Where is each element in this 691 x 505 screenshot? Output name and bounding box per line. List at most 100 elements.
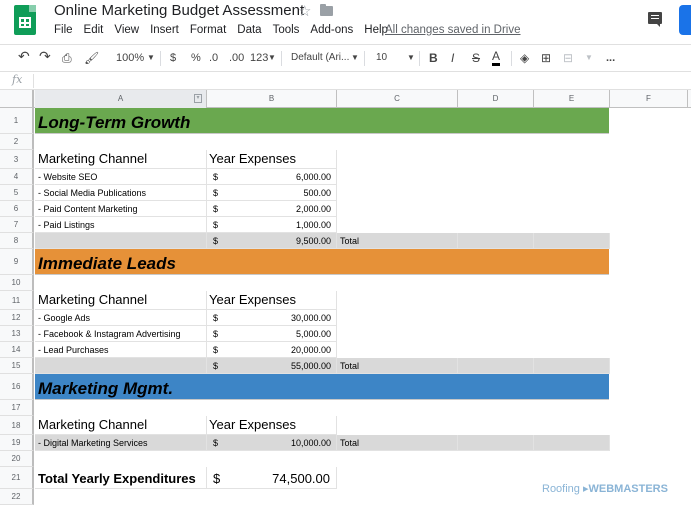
column-header-f[interactable]: F — [610, 90, 688, 108]
section-title[interactable]: Immediate Leads — [38, 254, 176, 274]
chevron-down-icon[interactable]: ▼ — [585, 50, 593, 66]
row-header[interactable]: 20 — [0, 451, 34, 467]
cell[interactable]: $5,000.00 — [207, 326, 337, 342]
cell[interactable]: Total Yearly Expenditures — [35, 467, 207, 489]
cell[interactable] — [458, 358, 534, 374]
italic-button[interactable]: I — [451, 50, 454, 66]
cell[interactable] — [534, 435, 610, 451]
cell[interactable] — [35, 233, 207, 249]
cell[interactable]: Year Expenses — [207, 291, 337, 310]
percent-format-button[interactable]: % — [191, 50, 201, 66]
folder-icon[interactable] — [320, 4, 333, 16]
row-header[interactable]: 1 — [0, 108, 34, 134]
strikethrough-button[interactable]: S — [472, 50, 480, 66]
cell[interactable]: - Google Ads — [35, 310, 207, 326]
cell[interactable]: Year Expenses — [207, 150, 337, 169]
column-header-b[interactable]: B — [207, 90, 337, 108]
font-size-select[interactable]: 10 — [376, 50, 387, 66]
menu-tools[interactable]: Tools — [273, 24, 300, 40]
cell[interactable]: $500.00 — [207, 185, 337, 201]
paint-format-icon[interactable]: 🖌 — [84, 50, 99, 66]
row-header[interactable]: 2 — [0, 134, 34, 150]
cell[interactable]: Marketing Channel — [35, 416, 207, 435]
column-header-c[interactable]: C — [337, 90, 458, 108]
cell[interactable]: $6,000.00 — [207, 169, 337, 185]
column-header-d[interactable]: D — [458, 90, 534, 108]
cell[interactable]: - Digital Marketing Services — [35, 435, 207, 451]
chevron-down-icon[interactable]: ▼ — [351, 50, 359, 66]
row-header[interactable]: 15 — [0, 358, 34, 374]
cell[interactable]: - Website SEO — [35, 169, 207, 185]
menu-file[interactable]: File — [54, 24, 73, 40]
cell[interactable]: Total — [337, 435, 458, 451]
cell[interactable]: Marketing Channel — [35, 150, 207, 169]
cell[interactable] — [534, 233, 610, 249]
filter-icon[interactable]: ▾ — [194, 94, 202, 103]
fill-color-icon[interactable]: ◈ — [520, 50, 529, 66]
row-header[interactable]: 13 — [0, 326, 34, 342]
cell[interactable]: Total — [337, 358, 458, 374]
cell[interactable]: $10,000.00 — [207, 435, 337, 451]
share-button[interactable] — [679, 5, 691, 35]
saved-status[interactable]: All changes saved in Drive — [385, 24, 521, 36]
section-title[interactable]: Long-Term Growth — [38, 113, 190, 133]
sheets-logo-icon[interactable] — [14, 5, 36, 35]
row-header[interactable]: 19 — [0, 435, 34, 451]
text-color-button[interactable]: A — [492, 50, 501, 66]
print-icon[interactable]: ⎙ — [62, 50, 72, 66]
cell[interactable]: - Facebook & Instagram Advertising — [35, 326, 207, 342]
redo-icon[interactable]: ↷ — [39, 48, 51, 64]
menu-addons[interactable]: Add-ons — [310, 24, 353, 40]
font-select[interactable]: Default (Ari... — [291, 50, 349, 66]
row-header[interactable]: 4 — [0, 169, 34, 185]
cell[interactable]: - Social Media Publications — [35, 185, 207, 201]
cell[interactable] — [458, 435, 534, 451]
row-header[interactable]: 14 — [0, 342, 34, 358]
bold-button[interactable]: B — [429, 50, 438, 66]
row-header[interactable]: 22 — [0, 489, 34, 505]
currency-format-button[interactable]: $ — [170, 50, 176, 66]
cell[interactable]: $30,000.00 — [207, 310, 337, 326]
cell[interactable]: Marketing Channel — [35, 291, 207, 310]
cell[interactable]: Year Expenses — [207, 416, 337, 435]
zoom-select[interactable]: 100% — [116, 50, 144, 66]
cell[interactable]: - Paid Content Marketing — [35, 201, 207, 217]
select-all-corner[interactable] — [0, 90, 34, 108]
chevron-down-icon[interactable]: ▼ — [147, 50, 155, 66]
increase-decimal-button[interactable]: .00 — [229, 50, 244, 66]
menu-data[interactable]: Data — [237, 24, 261, 40]
row-header[interactable]: 16 — [0, 374, 34, 400]
cell[interactable]: $55,000.00 — [207, 358, 337, 374]
more-options-button[interactable]: ... — [606, 50, 615, 66]
row-header[interactable]: 6 — [0, 201, 34, 217]
menu-format[interactable]: Format — [190, 24, 226, 40]
row-header[interactable]: 11 — [0, 291, 34, 310]
chevron-down-icon[interactable]: ▼ — [268, 50, 276, 66]
row-header[interactable]: 17 — [0, 400, 34, 416]
row-header[interactable]: 3 — [0, 150, 34, 169]
row-header[interactable]: 9 — [0, 249, 34, 275]
cell[interactable]: $2,000.00 — [207, 201, 337, 217]
chevron-down-icon[interactable]: ▼ — [407, 50, 415, 66]
cell[interactable]: $20,000.00 — [207, 342, 337, 358]
cell[interactable]: $74,500.00 — [207, 467, 337, 489]
section-title[interactable]: Marketing Mgmt. — [38, 379, 173, 399]
decrease-decimal-button[interactable]: .0 — [209, 50, 218, 66]
cell[interactable]: $1,000.00 — [207, 217, 337, 233]
comment-icon[interactable] — [648, 12, 662, 27]
row-header[interactable]: 7 — [0, 217, 34, 233]
cell[interactable] — [458, 233, 534, 249]
cell[interactable] — [35, 358, 207, 374]
row-header[interactable]: 12 — [0, 310, 34, 326]
row-header[interactable]: 18 — [0, 416, 34, 435]
menu-insert[interactable]: Insert — [150, 24, 179, 40]
row-header[interactable]: 8 — [0, 233, 34, 249]
undo-icon[interactable]: ↶ — [18, 48, 30, 64]
borders-icon[interactable]: ⊞ — [541, 50, 551, 66]
menu-view[interactable]: View — [114, 24, 139, 40]
row-header[interactable]: 5 — [0, 185, 34, 201]
cell[interactable]: - Paid Listings — [35, 217, 207, 233]
column-header-e[interactable]: E — [534, 90, 610, 108]
row-header[interactable]: 21 — [0, 467, 34, 489]
cell[interactable] — [534, 358, 610, 374]
